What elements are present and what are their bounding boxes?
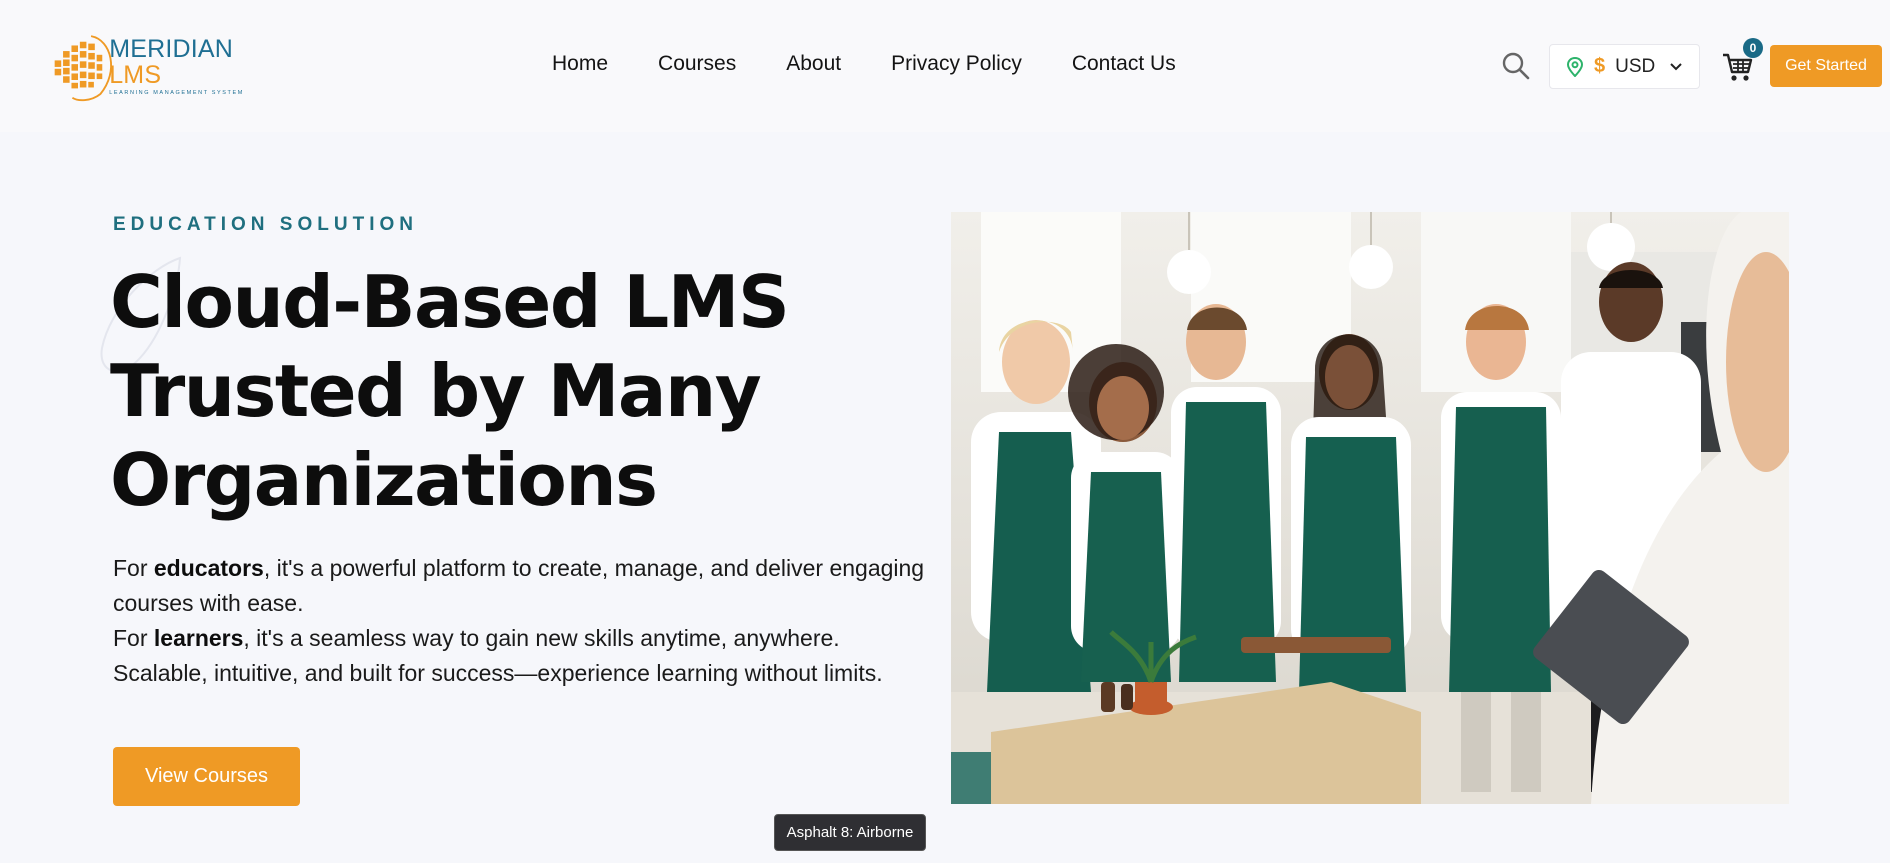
brand-logo[interactable]: MERIDIAN LMS LEARNING MANAGEMENT SYSTEM: [50, 26, 280, 106]
hero-description: For educators, it's a powerful platform …: [113, 551, 943, 691]
search-icon[interactable]: [1500, 50, 1532, 82]
currency-code: USD: [1615, 55, 1656, 77]
nav-home[interactable]: Home: [552, 52, 608, 76]
hero-title-line: Organizations: [110, 438, 658, 522]
hero-title: Cloud-Based LMS Trusted by Many Organiza…: [110, 258, 930, 525]
hero-title-line: Trusted by Many: [110, 349, 762, 433]
nav-about[interactable]: About: [786, 52, 841, 76]
brand-name: MERIDIAN LMS: [109, 35, 234, 89]
globe-logo-icon: [54, 35, 113, 102]
nav-courses[interactable]: Courses: [658, 52, 736, 76]
hero-image: [951, 212, 1789, 804]
scalable-paragraph: Scalable, intuitive, and built for succe…: [113, 660, 883, 686]
brand-tagline: LEARNING MANAGEMENT SYSTEM: [109, 90, 244, 96]
nav-contact-us[interactable]: Contact Us: [1072, 52, 1176, 76]
view-courses-button[interactable]: View Courses: [113, 747, 300, 806]
currency-selector[interactable]: $ USD: [1549, 44, 1700, 89]
nav-privacy-policy[interactable]: Privacy Policy: [891, 52, 1022, 76]
tooltip: Asphalt 8: Airborne: [774, 814, 926, 851]
site-header: MERIDIAN LMS LEARNING MANAGEMENT SYSTEM …: [0, 0, 1890, 132]
learners-paragraph: For learners, it's a seamless way to gai…: [113, 625, 840, 651]
educators-paragraph: For educators, it's a powerful platform …: [113, 555, 925, 616]
cart-count-badge: 0: [1743, 38, 1763, 58]
main-nav: Home Courses About Privacy Policy Contac…: [552, 52, 1226, 76]
currency-symbol: $: [1594, 55, 1606, 77]
map-pin-icon: [1566, 56, 1584, 77]
hero-title-line: Cloud-Based LMS: [110, 260, 790, 344]
team-photo: [951, 212, 1789, 804]
hero-eyebrow: EDUCATION SOLUTION: [113, 214, 418, 235]
chevron-down-icon: [1670, 62, 1682, 70]
get-started-button[interactable]: Get Started: [1770, 45, 1882, 87]
